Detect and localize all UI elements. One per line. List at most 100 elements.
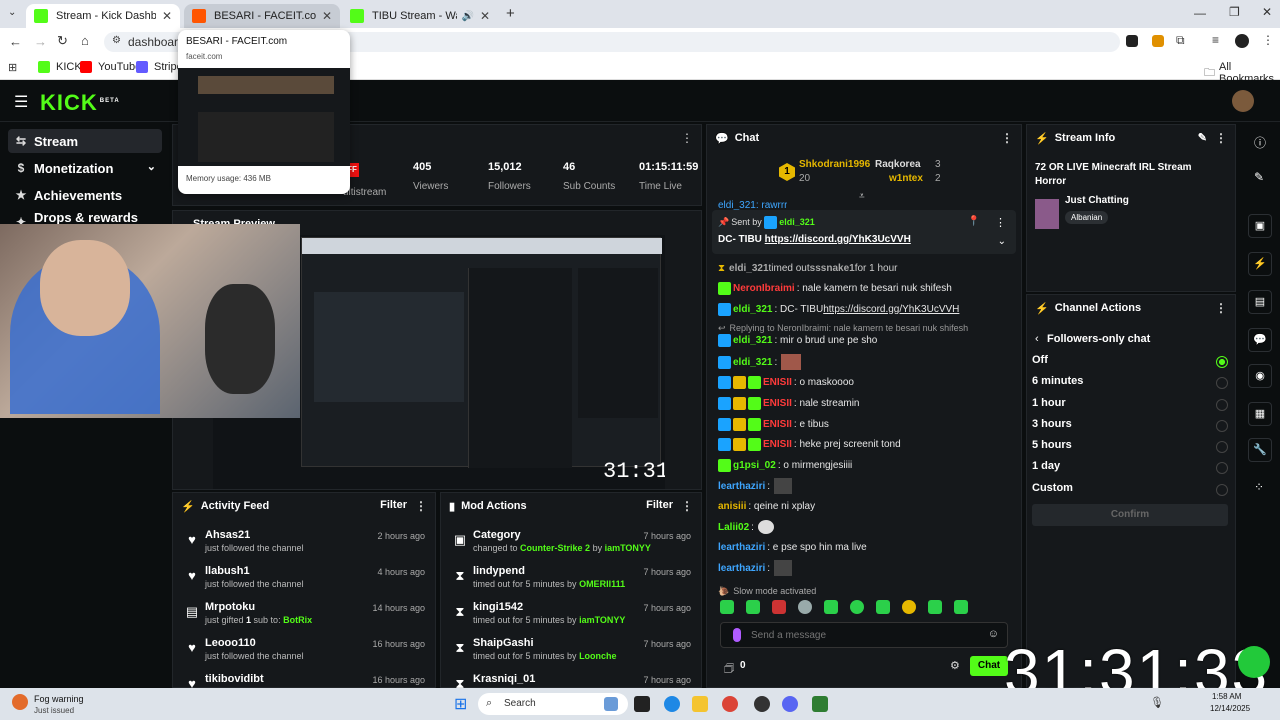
app-icon[interactable] [812, 696, 828, 712]
reading-list-icon[interactable]: ≡ [1212, 33, 1219, 47]
category-name[interactable]: Just Chatting [1065, 195, 1129, 206]
apps-grid-icon[interactable]: ⊞ [8, 61, 17, 74]
feed-name[interactable]: lindypend [473, 565, 525, 577]
radio[interactable] [1216, 484, 1228, 496]
home-icon[interactable]: ⌂ [81, 33, 89, 48]
pin-link[interactable]: https://discord.gg/YhK3UcVVH [765, 234, 911, 245]
more-options-icon[interactable]: ⋮ [681, 499, 693, 513]
weather-warning-icon[interactable] [12, 694, 28, 710]
radio[interactable] [1216, 462, 1228, 474]
feed-name[interactable]: Category [473, 529, 521, 541]
close-icon[interactable]: ✕ [322, 9, 332, 23]
tab-search-icon[interactable]: ⌄ [8, 7, 16, 18]
chat-username[interactable]: eldi_321 [733, 335, 772, 346]
chat-username[interactable]: eldi_321 [733, 304, 772, 315]
pen-icon[interactable]: ✎ [1254, 170, 1264, 184]
rail-lightning-button[interactable]: ⚡ [1248, 252, 1272, 276]
mic-icon[interactable] [733, 628, 741, 642]
desc-user[interactable]: iamTONYY [579, 615, 625, 625]
rail-wrench-button[interactable]: 🔧 [1248, 438, 1272, 462]
minimize-icon[interactable]: — [1194, 6, 1206, 20]
unpin-icon[interactable]: 📍 [968, 216, 980, 227]
tab-tibu-stream[interactable]: TIBU Stream - Watch Live o 🔊 ✕ [342, 4, 498, 28]
option-5-hours[interactable]: 5 hours [1032, 439, 1228, 455]
rail-grid-button[interactable]: ▦ [1248, 402, 1272, 426]
extensions-puzzle-icon[interactable]: ⧉ [1176, 33, 1185, 48]
emote-icon[interactable] [720, 600, 734, 614]
profile-avatar[interactable] [1235, 34, 1249, 48]
message-link[interactable]: https://discord.gg/YhK3UcVVH [823, 304, 959, 315]
chevron-down-icon[interactable]: ⌄ [998, 236, 1006, 247]
emote-icon[interactable] [850, 600, 864, 614]
close-icon[interactable]: ✕ [162, 9, 172, 23]
chat-username[interactable]: g1psi_02 [733, 460, 776, 471]
bookmark-kick[interactable]: KICK [38, 61, 82, 73]
filter-button[interactable]: Filter [380, 499, 407, 511]
chrome-icon[interactable] [722, 696, 738, 712]
extension-icon[interactable] [1126, 35, 1138, 47]
emote-icon[interactable] [824, 600, 838, 614]
option-3-hours[interactable]: 3 hours [1032, 418, 1228, 434]
desc-user[interactable]: OMERII111 [579, 579, 625, 589]
taskbar-search[interactable]: ⌕ Search [478, 693, 628, 715]
emote-icon[interactable] [798, 600, 812, 614]
back-chevron-icon[interactable]: ‹ [1035, 333, 1039, 345]
site-info-icon[interactable]: ⚙ [112, 35, 121, 46]
sidebar-item-drops[interactable]: ✦ Drops & rewards [8, 210, 162, 224]
maximize-icon[interactable]: ❐ [1229, 5, 1240, 19]
rail-layout-button[interactable]: ▣ [1248, 214, 1272, 238]
tab-kick-dashboard[interactable]: Stream - Kick Dashboard ✕ [26, 4, 180, 28]
chat-username[interactable]: learthaziri [718, 542, 765, 553]
emote-icon[interactable] [928, 600, 942, 614]
pin-user[interactable]: eldi_321 [779, 217, 815, 227]
chat-username[interactable]: ENISII [763, 377, 792, 388]
timeout-user[interactable]: sssnake1 [810, 263, 855, 274]
chat-username[interactable]: learthaziri [718, 481, 765, 492]
desc-user[interactable]: iamTONYY [605, 543, 651, 553]
rail-broadcast-button[interactable]: ◉ [1248, 364, 1272, 388]
back-icon[interactable]: ← [9, 34, 22, 49]
feed-name[interactable]: llabush1 [205, 565, 250, 577]
task-view-icon[interactable] [634, 696, 650, 712]
more-options-icon[interactable]: ⋮ [995, 216, 1006, 229]
option-1-day[interactable]: 1 day [1032, 460, 1228, 476]
tab-faceit[interactable]: BESARI - FACEIT.com ✕ [184, 4, 340, 28]
top-gifter-name[interactable]: Shkodrani1996 [799, 159, 870, 170]
edit-pencil-icon[interactable]: ✎ [1198, 131, 1207, 144]
chat-username[interactable]: eldi_321 [733, 357, 772, 368]
timeout-mod[interactable]: eldi_321 [729, 263, 768, 274]
chat-username[interactable]: anisiii [718, 501, 746, 512]
apps-icon[interactable]: ⁘ [1254, 480, 1264, 494]
filter-button[interactable]: Filter [646, 499, 673, 511]
chat-username[interactable]: learthaziri [718, 563, 765, 574]
info-circle-icon[interactable]: ⓘ [1254, 134, 1266, 151]
more-options-icon[interactable]: ⋮ [1215, 301, 1227, 315]
discord-icon[interactable] [782, 696, 798, 712]
rail-clipboard-button[interactable]: ▤ [1248, 290, 1272, 314]
feed-name[interactable]: Ahsas21 [205, 529, 250, 541]
clock-date[interactable]: 12/14/2025 [1210, 704, 1250, 713]
feed-name[interactable]: Krasniqi_01 [473, 673, 535, 685]
sidebar-item-stream[interactable]: ⇆ Stream [8, 129, 162, 153]
desc-user[interactable]: Loonche [579, 651, 617, 661]
reload-icon[interactable]: ↻ [57, 33, 68, 49]
desc-user[interactable]: BotRix [283, 615, 312, 625]
feed-name[interactable]: tikibovidibt [205, 673, 264, 685]
collapse-icon[interactable]: ⩡ [859, 191, 865, 202]
windows-start-icon[interactable]: ⊞ [454, 694, 467, 714]
feed-name[interactable]: ShaipGashi [473, 637, 534, 649]
chat-username[interactable]: ENISII [763, 439, 792, 450]
top-gifter-name[interactable]: Raqkorea [875, 159, 921, 170]
new-tab-icon[interactable]: + [506, 5, 515, 22]
option-1-hour[interactable]: 1 hour [1032, 397, 1228, 413]
chat-username[interactable]: ENISII [763, 419, 792, 430]
extension-icon[interactable] [1152, 35, 1164, 47]
more-options-icon[interactable]: ⋮ [1001, 131, 1013, 145]
chat-username[interactable]: ENISII [763, 398, 792, 409]
confirm-button[interactable]: Confirm [1032, 504, 1228, 526]
emoji-icon[interactable]: ☺ [988, 628, 999, 640]
radio[interactable] [1216, 377, 1228, 389]
emote-icon[interactable] [876, 600, 890, 614]
close-window-icon[interactable]: ✕ [1262, 5, 1272, 19]
radio[interactable] [1216, 441, 1228, 453]
